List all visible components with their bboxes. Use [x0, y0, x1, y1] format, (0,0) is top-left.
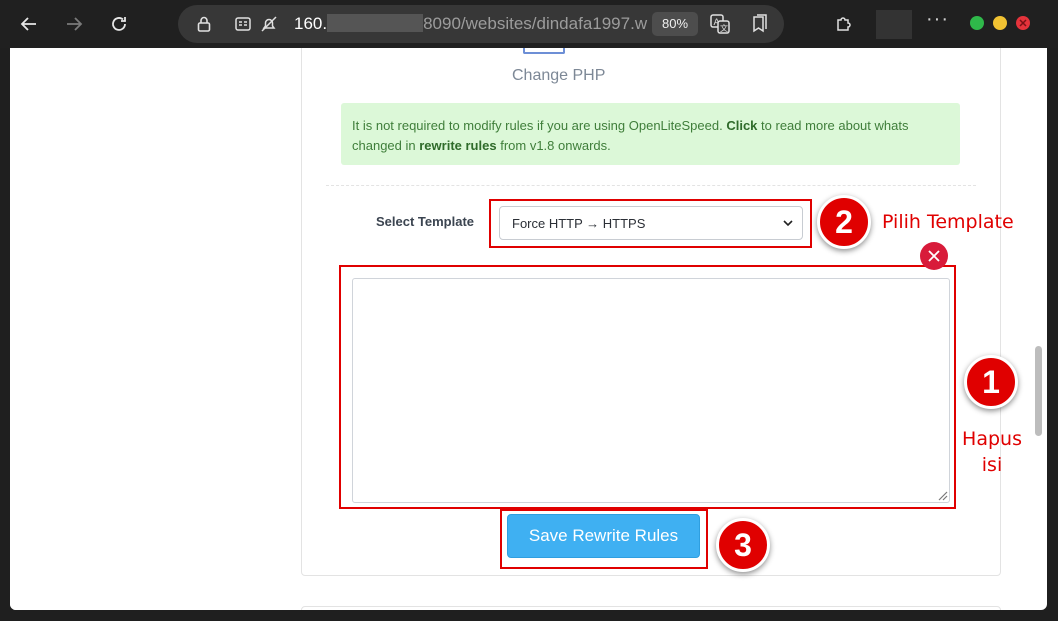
- close-icon: [1019, 19, 1027, 27]
- step-2-badge: 2: [817, 195, 871, 249]
- step-1-label-line1: Hapus: [962, 428, 1022, 450]
- select-template-label: Select Template: [376, 214, 475, 229]
- lock-icon: [197, 16, 211, 32]
- close-icon: [928, 250, 940, 262]
- translate-icon[interactable]: A文: [709, 13, 731, 35]
- notifications-blocked-icon[interactable]: [260, 15, 278, 33]
- alert-text-3: from v1.8 onwards.: [500, 138, 611, 153]
- step-2-label: Pilih Template: [882, 211, 1014, 233]
- forward-button[interactable]: [59, 10, 89, 38]
- step-1-label-line2: isi: [981, 454, 1003, 476]
- extensions-icon[interactable]: [833, 12, 855, 34]
- annotation-box-save: [500, 509, 708, 569]
- browser-toolbar: 160. 8090/websites/dindafa1997.w 80% A文 ·…: [0, 0, 1058, 48]
- annotation-clear-badge: [920, 242, 948, 270]
- maximize-button[interactable]: [993, 16, 1007, 30]
- url-path: 8090/websites/dindafa1997.w: [423, 14, 648, 33]
- url-host: 160.: [294, 14, 328, 33]
- url-text[interactable]: 160. 8090/websites/dindafa1997.w: [294, 14, 824, 36]
- arrow-left-icon: [20, 17, 36, 31]
- annotation-box-template: [489, 199, 812, 248]
- alert-click-link[interactable]: Click: [726, 118, 757, 133]
- window-bottom-edge: [0, 610, 1058, 621]
- scrollbar-thumb[interactable]: [1035, 346, 1042, 436]
- svg-text:文: 文: [720, 23, 728, 33]
- reload-button[interactable]: [104, 10, 134, 38]
- more-options-button[interactable]: ···: [926, 8, 949, 31]
- step-1-badge: 1: [964, 355, 1018, 409]
- arrow-right-icon: [67, 17, 83, 31]
- zoom-indicator[interactable]: 80%: [652, 12, 698, 36]
- step-1-label: Hapus isi: [958, 426, 1026, 478]
- profile-avatar[interactable]: [876, 10, 912, 39]
- reader-mode-icon[interactable]: [234, 15, 252, 33]
- minimize-button[interactable]: [970, 16, 984, 30]
- step-3-badge: 3: [716, 518, 770, 572]
- annotation-box-textarea: [339, 265, 956, 509]
- alert-rewrite-rules: rewrite rules: [419, 138, 497, 153]
- alert-text-1: It is not required to modify rules if yo…: [352, 118, 723, 133]
- left-pane: [10, 48, 302, 610]
- change-php-label[interactable]: Change PHP: [512, 67, 605, 85]
- back-button[interactable]: [14, 10, 44, 38]
- reload-icon: [112, 17, 126, 31]
- address-bar[interactable]: 160. 8090/websites/dindafa1997.w 80% A文: [178, 5, 784, 43]
- section-divider: [326, 185, 976, 186]
- php-icon[interactable]: [523, 48, 565, 54]
- url-redacted: [327, 14, 424, 32]
- collections-icon[interactable]: [748, 13, 770, 35]
- close-window-button[interactable]: [1016, 16, 1030, 30]
- openlitespeed-alert: It is not required to modify rules if yo…: [341, 103, 960, 165]
